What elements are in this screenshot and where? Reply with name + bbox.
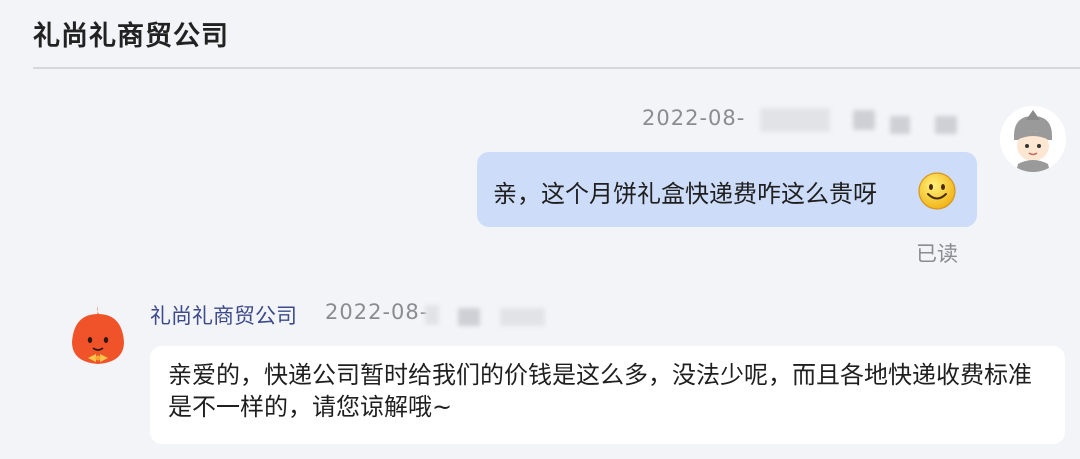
redacted-timestamp-part bbox=[425, 305, 439, 325]
chat-header: 礼尚礼商贸公司 bbox=[0, 0, 1080, 68]
redacted-timestamp-part bbox=[935, 116, 957, 134]
redacted-timestamp-part bbox=[458, 308, 480, 326]
user-avatar[interactable] bbox=[1000, 106, 1066, 172]
header-divider bbox=[33, 67, 1080, 69]
incoming-message-text: 亲爱的，快递公司暂时给我们的价钱是这么多，没法少呢，而且各地快递收费标准是不一样… bbox=[168, 361, 1032, 421]
redacted-timestamp-part bbox=[760, 108, 830, 132]
read-receipt: 已读 bbox=[916, 242, 958, 266]
redacted-timestamp-part bbox=[853, 110, 875, 130]
shop-mascot-icon bbox=[72, 306, 124, 364]
incoming-message-bubble[interactable]: 亲爱的，快递公司暂时给我们的价钱是这么多，没法少呢，而且各地快递收费标准是不一样… bbox=[150, 346, 1065, 444]
sender-name[interactable]: 礼尚礼商贸公司 bbox=[150, 300, 297, 330]
user-avatar-icon bbox=[1000, 106, 1066, 172]
incoming-timestamp: 2022-08- bbox=[325, 300, 429, 324]
redacted-timestamp-part bbox=[890, 116, 910, 134]
shop-avatar[interactable] bbox=[66, 302, 130, 370]
outgoing-message-text: 亲，这个月饼礼盒快递费咋这么贵呀 bbox=[493, 180, 877, 208]
scrollbar[interactable] bbox=[1068, 80, 1080, 459]
smiley-face-icon bbox=[917, 171, 957, 211]
chat-title: 礼尚礼商贸公司 bbox=[33, 21, 229, 52]
redacted-timestamp-part bbox=[500, 308, 545, 326]
outgoing-message-bubble[interactable]: 亲，这个月饼礼盒快递费咋这么贵呀 bbox=[477, 152, 977, 227]
outgoing-timestamp: 2022-08- bbox=[642, 106, 746, 130]
